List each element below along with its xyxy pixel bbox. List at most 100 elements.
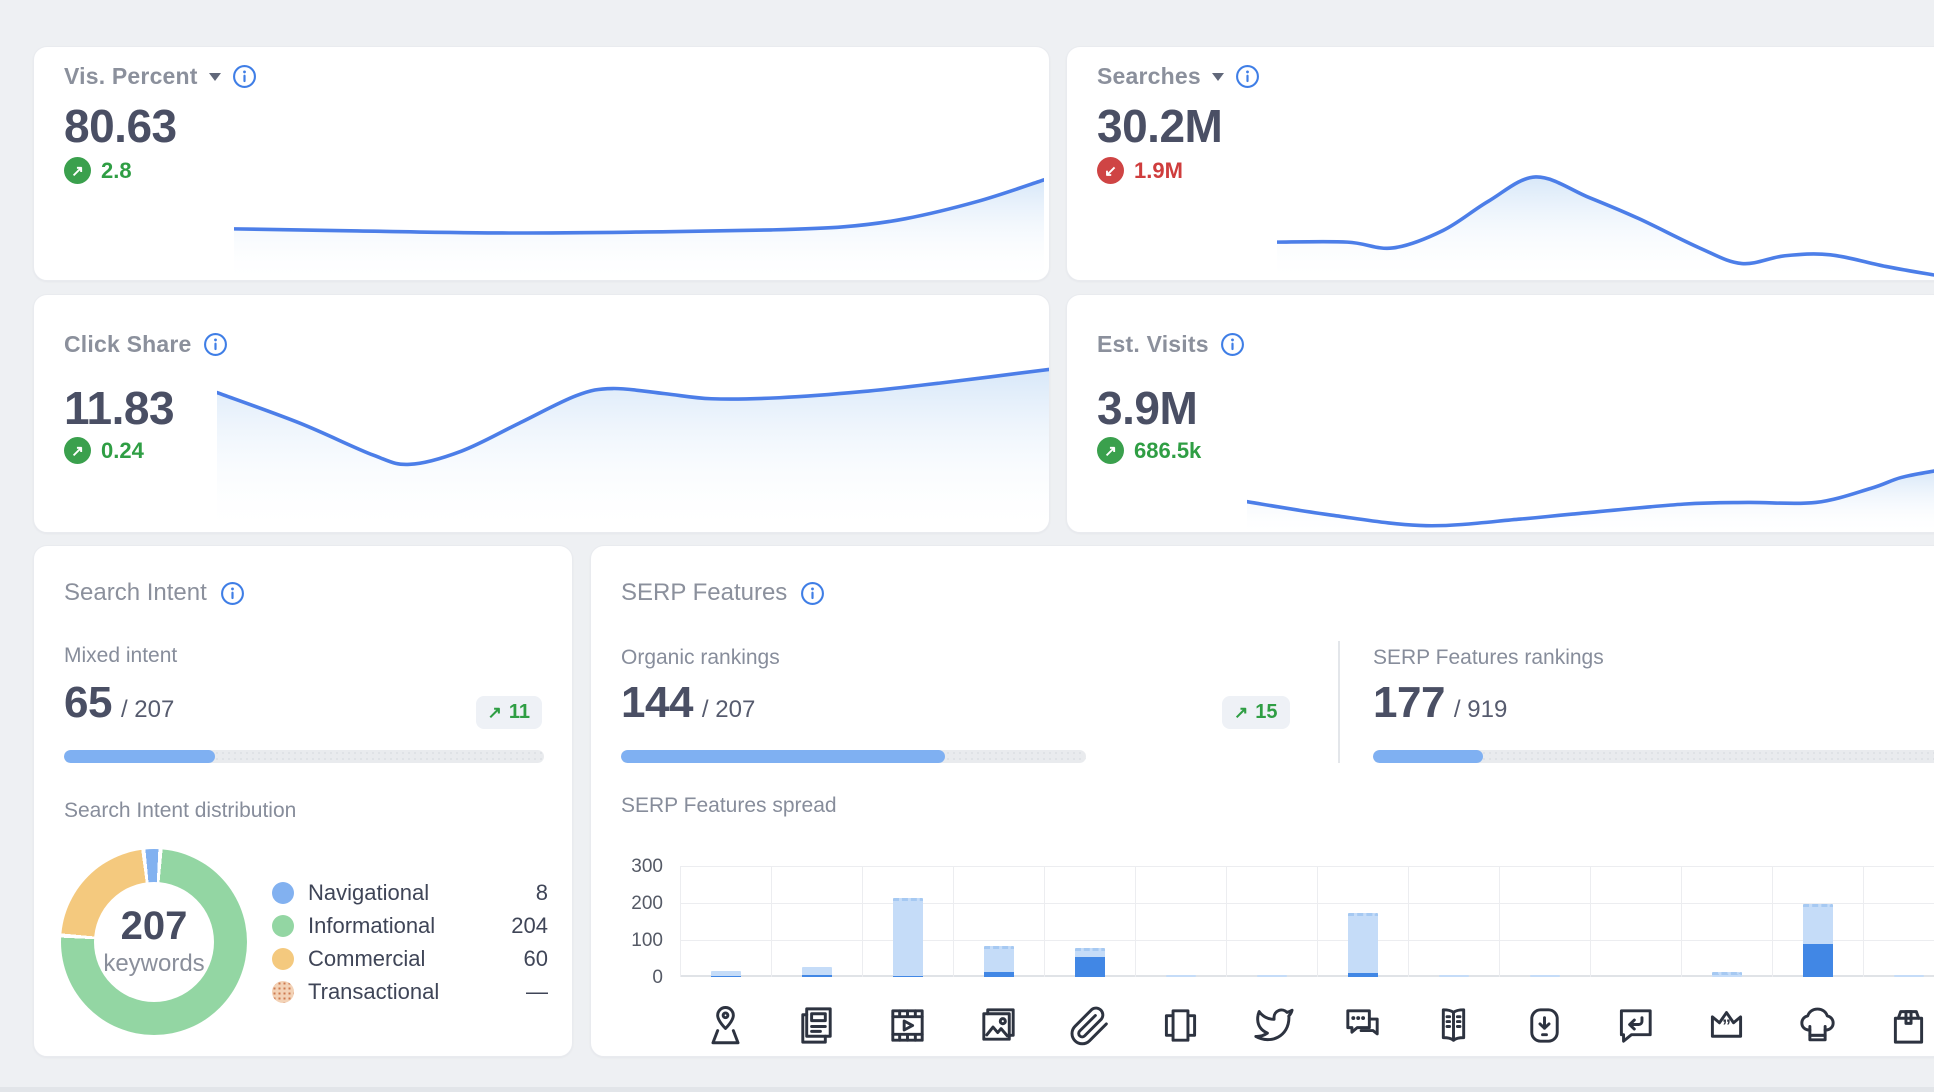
info-icon[interactable] xyxy=(800,581,825,606)
mixed-intent-progress xyxy=(64,750,544,763)
y-tick-label: 0 xyxy=(652,967,663,989)
search-intent-title: Search Intent xyxy=(64,579,207,607)
product-icon xyxy=(1863,998,1934,1052)
legend-item-informational: Informational 204 xyxy=(272,909,548,942)
vis-percent-card: Vis. Percent 80.63 ↗ 2.8 xyxy=(33,46,1050,281)
searches-title: Searches xyxy=(1097,63,1201,90)
gridline xyxy=(1408,866,1409,977)
mixed-intent-count: 65 / 207 xyxy=(64,678,174,728)
donut-center-value: 207 xyxy=(121,906,188,946)
serp-rankings-value: 177 xyxy=(1373,678,1445,728)
local-pack-bar-ranked-segment xyxy=(711,976,741,977)
legend-item-commercial: Commercial 60 xyxy=(272,942,548,975)
info-icon[interactable] xyxy=(1220,332,1245,357)
mixed-intent-change-badge: ↗ 11 xyxy=(476,696,542,729)
serp-rankings-label: SERP Features rankings xyxy=(1373,646,1604,670)
faq-bar xyxy=(1348,913,1378,977)
info-icon[interactable] xyxy=(203,332,228,357)
organic-change-badge: ↗ 15 xyxy=(1222,696,1290,729)
searches-value: 30.2M xyxy=(1097,99,1222,153)
knowledge-panel-bar xyxy=(1439,975,1469,977)
y-tick-label: 200 xyxy=(631,893,663,915)
y-tick-label: 100 xyxy=(631,930,663,952)
search-intent-card: Search Intent Mixed intent 65 / 207 ↗ 11… xyxy=(33,545,573,1057)
featured-snippet-bar xyxy=(1712,972,1742,977)
click-share-delta-value: 0.24 xyxy=(101,438,144,464)
vis-percent-trend-chart xyxy=(234,139,1044,281)
gridline xyxy=(680,940,1934,941)
local-pack-icon xyxy=(680,998,771,1052)
top-stories-bar xyxy=(802,967,832,977)
local-pack-bar xyxy=(711,971,741,977)
mixed-intent-value: 65 xyxy=(64,678,112,728)
serp-rankings-progress-fill xyxy=(1373,750,1483,763)
legend-item-transactional: Transactional — xyxy=(272,975,548,1008)
gridline xyxy=(1226,866,1227,977)
intent-distribution-label: Search Intent distribution xyxy=(64,799,296,823)
trend-up-icon: ↗ xyxy=(64,157,91,184)
organic-rankings-count: 144 / 207 xyxy=(621,678,755,728)
images-bar-ranked-segment xyxy=(984,972,1014,977)
organic-rankings-label: Organic rankings xyxy=(621,646,780,670)
recipes-bar xyxy=(1803,904,1833,977)
searches-card: Searches 30.2M ↙ 1.9M xyxy=(1066,46,1934,281)
knowledge-panel-icon xyxy=(1408,998,1499,1052)
gridline xyxy=(862,866,863,977)
info-icon[interactable] xyxy=(1235,64,1260,89)
info-icon[interactable] xyxy=(220,581,245,606)
gridline xyxy=(1863,866,1864,977)
faq-bar-ranked-segment xyxy=(1348,973,1378,977)
trend-up-icon: ↗ xyxy=(1097,437,1124,464)
gridline xyxy=(1044,866,1045,977)
gridline xyxy=(953,866,954,977)
commercial-dot-icon xyxy=(272,948,294,970)
serp-features-spread-chart xyxy=(680,866,1934,977)
section-divider xyxy=(1338,641,1340,763)
est-visits-title: Est. Visits xyxy=(1097,331,1209,358)
carousel-icon xyxy=(1135,998,1226,1052)
searches-trend-chart xyxy=(1277,141,1934,281)
vis-percent-value: 80.63 xyxy=(64,99,177,153)
y-tick-label: 300 xyxy=(631,856,663,878)
serp-features-title: SERP Features xyxy=(621,579,787,607)
vis-percent-metric-dropdown[interactable]: Vis. Percent xyxy=(64,63,221,90)
est-visits-delta: ↗ 686.5k xyxy=(1097,437,1201,464)
trend-up-icon: ↗ xyxy=(64,437,91,464)
organic-rankings-progress xyxy=(621,750,1086,763)
organic-change-value: 15 xyxy=(1255,701,1277,724)
product-bar xyxy=(1894,975,1924,977)
gridline xyxy=(1317,866,1318,977)
info-icon[interactable] xyxy=(232,64,257,89)
gridline xyxy=(680,903,1934,904)
video-bar-ranked-segment xyxy=(893,976,923,977)
click-share-trend-chart xyxy=(217,367,1050,533)
est-visits-trend-chart xyxy=(1247,451,1934,533)
gridline xyxy=(1135,866,1136,977)
serp-rankings-count: 177 / 919 xyxy=(1373,678,1507,728)
svg-text:”: ” xyxy=(1722,1015,1731,1035)
est-visits-delta-value: 686.5k xyxy=(1134,438,1201,464)
mixed-intent-progress-fill xyxy=(64,750,215,763)
search-intent-donut-chart: 207 keywords xyxy=(61,849,247,1035)
twitter-bar xyxy=(1257,975,1287,977)
donut-center-label: keywords xyxy=(103,950,204,978)
carousel-bar xyxy=(1166,975,1196,977)
spread-title: SERP Features spread xyxy=(621,794,837,818)
organic-rankings-value: 144 xyxy=(621,678,693,728)
app-bar xyxy=(1530,975,1560,977)
click-share-value: 11.83 xyxy=(64,381,174,435)
organic-rankings-total: / 207 xyxy=(702,696,755,724)
gridline xyxy=(1499,866,1500,977)
serp-rankings-progress xyxy=(1373,750,1934,763)
searches-metric-dropdown[interactable]: Searches xyxy=(1097,63,1224,90)
gridline xyxy=(1590,866,1591,977)
faq-icon xyxy=(1317,998,1408,1052)
trend-up-icon: ↗ xyxy=(488,703,502,723)
images-bar xyxy=(984,946,1014,977)
gridline xyxy=(680,866,1934,867)
transactional-dot-icon xyxy=(272,981,294,1003)
mixed-intent-change-value: 11 xyxy=(509,701,530,724)
vis-percent-delta: ↗ 2.8 xyxy=(64,157,132,184)
est-visits-card: Est. Visits 3.9M ↗ 686.5k xyxy=(1066,294,1934,533)
intent-legend: Navigational 8 Informational 204 Commerc… xyxy=(272,876,548,1008)
